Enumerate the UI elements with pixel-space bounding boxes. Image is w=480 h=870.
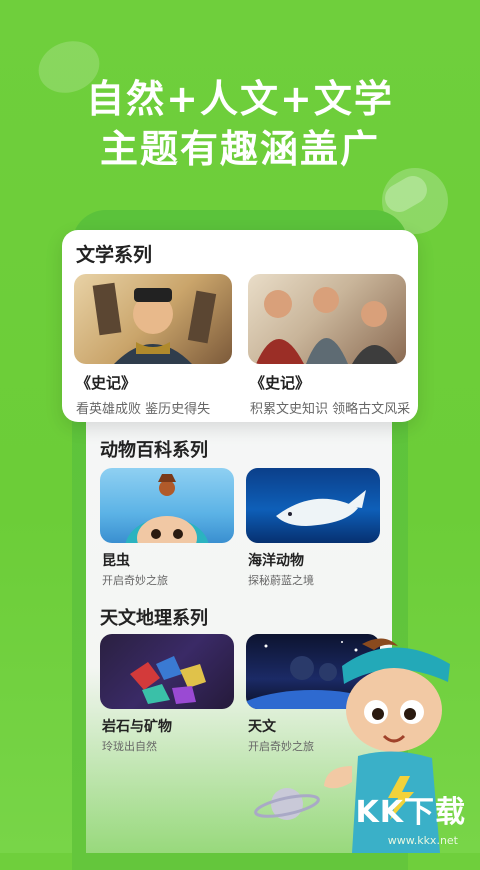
headline-line-2: 主题有趣涵盖广 [99,127,380,171]
item-subtitle-insect: 开启奇妙之旅 [102,574,168,587]
section-title-geo: 天文地理系列 [100,608,208,629]
shiji-thumbnail-2[interactable] [248,274,406,364]
insect-thumbnail[interactable] [100,468,234,543]
item-subtitle-shiji-1: 看英雄成败 鉴历史得失 [76,402,211,417]
watermark-url: www.kkx.net [387,834,458,847]
watermark-logo: KK下载 [355,795,466,830]
item-title-rocks: 岩石与矿物 [102,719,172,735]
literature-series-card: 文学系列 《史记》 看英雄成败 鉴历史得失 《史记》 积累文史知识 领略古文风采 [62,230,418,422]
planet-icon [254,788,320,820]
shiji-thumbnail-1[interactable] [74,274,232,364]
item-subtitle-ocean: 探秘蔚蓝之境 [248,574,314,587]
section-title-animals: 动物百科系列 [100,440,208,461]
section-title-literature: 文学系列 [76,244,153,266]
rocks-minerals-thumbnail[interactable] [100,634,234,709]
item-subtitle-rocks: 玲珑出自然 [102,740,157,753]
item-title-shiji-1: 《史记》 [76,374,137,392]
item-title-astronomy: 天文 [248,719,276,735]
headline-line-1: 自然+人文+文学 [86,77,394,121]
item-title-shiji-2: 《史记》 [250,374,311,392]
ocean-animals-thumbnail[interactable] [246,468,380,543]
item-subtitle-shiji-2: 积累文史知识 领略古文风采 [250,402,411,417]
item-title-insect: 昆虫 [102,553,130,569]
item-title-ocean: 海洋动物 [248,553,304,569]
item-subtitle-astronomy: 开启奇妙之旅 [248,740,314,753]
